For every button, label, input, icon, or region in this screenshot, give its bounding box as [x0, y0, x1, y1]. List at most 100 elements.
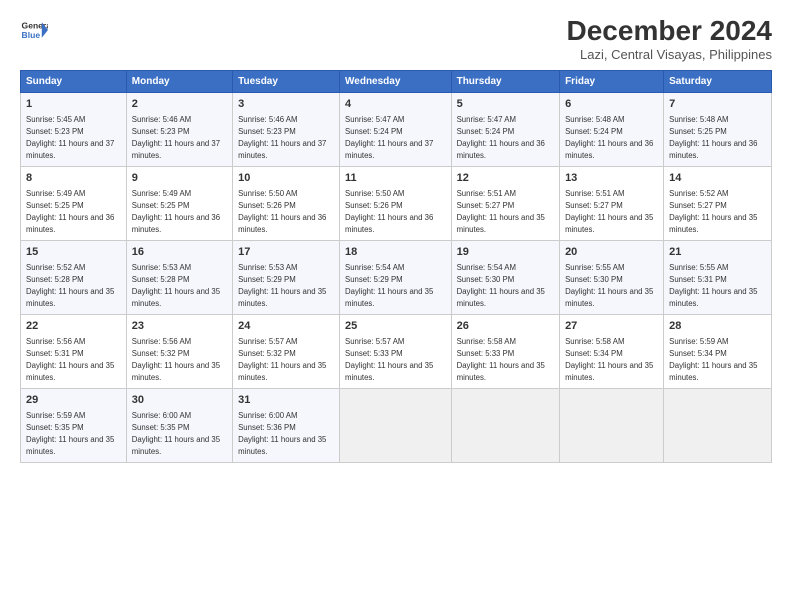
day-number: 22 — [26, 319, 121, 334]
day-number: 30 — [132, 393, 227, 408]
day-number: 19 — [457, 245, 554, 260]
calendar-cell: 13 Sunrise: 5:51 AMSunset: 5:27 PMDayligh… — [560, 166, 664, 240]
day-info: Sunrise: 5:47 AMSunset: 5:24 PMDaylight:… — [345, 115, 433, 160]
col-header-saturday: Saturday — [664, 70, 772, 92]
day-number: 6 — [565, 97, 658, 112]
day-info: Sunrise: 5:51 AMSunset: 5:27 PMDaylight:… — [565, 189, 653, 234]
day-number: 8 — [26, 171, 121, 186]
calendar-cell: 10 Sunrise: 5:50 AMSunset: 5:26 PMDayligh… — [233, 166, 340, 240]
day-number: 1 — [26, 97, 121, 112]
day-info: Sunrise: 5:46 AMSunset: 5:23 PMDaylight:… — [132, 115, 220, 160]
day-number: 10 — [238, 171, 334, 186]
calendar-cell: 7 Sunrise: 5:48 AMSunset: 5:25 PMDaylight… — [664, 92, 772, 166]
calendar-cell: 25 Sunrise: 5:57 AMSunset: 5:33 PMDayligh… — [340, 314, 452, 388]
calendar-cell: 19 Sunrise: 5:54 AMSunset: 5:30 PMDayligh… — [451, 240, 559, 314]
day-info: Sunrise: 5:52 AMSunset: 5:28 PMDaylight:… — [26, 263, 114, 308]
day-info: Sunrise: 5:46 AMSunset: 5:23 PMDaylight:… — [238, 115, 326, 160]
calendar-cell: 4 Sunrise: 5:47 AMSunset: 5:24 PMDaylight… — [340, 92, 452, 166]
calendar-cell: 12 Sunrise: 5:51 AMSunset: 5:27 PMDayligh… — [451, 166, 559, 240]
day-info: Sunrise: 5:54 AMSunset: 5:30 PMDaylight:… — [457, 263, 545, 308]
day-number: 5 — [457, 97, 554, 112]
day-info: Sunrise: 5:53 AMSunset: 5:28 PMDaylight:… — [132, 263, 220, 308]
calendar-cell: 16 Sunrise: 5:53 AMSunset: 5:28 PMDayligh… — [126, 240, 232, 314]
day-number: 18 — [345, 245, 446, 260]
day-info: Sunrise: 5:58 AMSunset: 5:33 PMDaylight:… — [457, 337, 545, 382]
day-info: Sunrise: 5:56 AMSunset: 5:31 PMDaylight:… — [26, 337, 114, 382]
calendar-cell: 6 Sunrise: 5:48 AMSunset: 5:24 PMDaylight… — [560, 92, 664, 166]
day-number: 15 — [26, 245, 121, 260]
day-number: 16 — [132, 245, 227, 260]
calendar-cell — [340, 388, 452, 462]
calendar-cell: 23Sunrise: 5:56 AMSunset: 5:32 PMDayligh… — [126, 314, 232, 388]
day-info: Sunrise: 5:49 AMSunset: 5:25 PMDaylight:… — [26, 189, 114, 234]
day-number: 7 — [669, 97, 766, 112]
day-number: 23 — [132, 319, 227, 334]
day-number: 21 — [669, 245, 766, 260]
calendar-cell: 3 Sunrise: 5:46 AMSunset: 5:23 PMDaylight… — [233, 92, 340, 166]
logo-icon: General Blue — [20, 16, 48, 44]
calendar-row: 22 Sunrise: 5:56 AMSunset: 5:31 PMDayligh… — [21, 314, 772, 388]
calendar-cell: 8 Sunrise: 5:49 AMSunset: 5:25 PMDaylight… — [21, 166, 127, 240]
calendar-cell: 26 Sunrise: 5:58 AMSunset: 5:33 PMDayligh… — [451, 314, 559, 388]
calendar-cell: 21 Sunrise: 5:55 AMSunset: 5:31 PMDayligh… — [664, 240, 772, 314]
day-number: 26 — [457, 319, 554, 334]
calendar-cell — [451, 388, 559, 462]
day-info: Sunrise: 5:55 AMSunset: 5:30 PMDaylight:… — [565, 263, 653, 308]
day-info: Sunrise: 5:49 AMSunset: 5:25 PMDaylight:… — [132, 189, 220, 234]
day-info: Sunrise: 5:50 AMSunset: 5:26 PMDaylight:… — [238, 189, 326, 234]
day-info: Sunrise: 5:58 AMSunset: 5:34 PMDaylight:… — [565, 337, 653, 382]
day-info: Sunrise: 5:57 AMSunset: 5:32 PMDaylight:… — [238, 337, 326, 382]
calendar-cell — [664, 388, 772, 462]
day-info: Sunrise: 5:59 AMSunset: 5:34 PMDaylight:… — [669, 337, 757, 382]
col-header-sunday: Sunday — [21, 70, 127, 92]
col-header-wednesday: Wednesday — [340, 70, 452, 92]
calendar-cell: 1Sunrise: 5:45 AMSunset: 5:23 PMDaylight… — [21, 92, 127, 166]
day-number: 17 — [238, 245, 334, 260]
day-number: 27 — [565, 319, 658, 334]
day-number: 24 — [238, 319, 334, 334]
day-info: Sunrise: 5:59 AMSunset: 5:35 PMDaylight:… — [26, 411, 114, 456]
calendar-cell: 2 Sunrise: 5:46 AMSunset: 5:23 PMDaylight… — [126, 92, 232, 166]
col-header-thursday: Thursday — [451, 70, 559, 92]
day-number: 13 — [565, 171, 658, 186]
day-info: Sunrise: 5:57 AMSunset: 5:33 PMDaylight:… — [345, 337, 433, 382]
calendar-cell: 28 Sunrise: 5:59 AMSunset: 5:34 PMDayligh… — [664, 314, 772, 388]
col-header-friday: Friday — [560, 70, 664, 92]
day-info: Sunrise: 6:00 AMSunset: 5:35 PMDaylight:… — [132, 411, 220, 456]
day-info: Sunrise: 5:47 AMSunset: 5:24 PMDaylight:… — [457, 115, 545, 160]
calendar-row: 1Sunrise: 5:45 AMSunset: 5:23 PMDaylight… — [21, 92, 772, 166]
day-info: Sunrise: 5:55 AMSunset: 5:31 PMDaylight:… — [669, 263, 757, 308]
main-title: December 2024 — [567, 16, 772, 47]
subtitle: Lazi, Central Visayas, Philippines — [567, 47, 772, 62]
calendar-table: SundayMondayTuesdayWednesdayThursdayFrid… — [20, 70, 772, 463]
day-number: 12 — [457, 171, 554, 186]
calendar-cell: 24 Sunrise: 5:57 AMSunset: 5:32 PMDayligh… — [233, 314, 340, 388]
col-header-monday: Monday — [126, 70, 232, 92]
calendar-cell: 29Sunrise: 5:59 AMSunset: 5:35 PMDayligh… — [21, 388, 127, 462]
day-number: 4 — [345, 97, 446, 112]
calendar-cell — [560, 388, 664, 462]
calendar-cell: 18 Sunrise: 5:54 AMSunset: 5:29 PMDayligh… — [340, 240, 452, 314]
day-number: 31 — [238, 393, 334, 408]
day-info: Sunrise: 5:48 AMSunset: 5:24 PMDaylight:… — [565, 115, 653, 160]
calendar-row: 29Sunrise: 5:59 AMSunset: 5:35 PMDayligh… — [21, 388, 772, 462]
day-info: Sunrise: 5:54 AMSunset: 5:29 PMDaylight:… — [345, 263, 433, 308]
day-number: 3 — [238, 97, 334, 112]
calendar-cell: 15 Sunrise: 5:52 AMSunset: 5:28 PMDayligh… — [21, 240, 127, 314]
day-info: Sunrise: 5:48 AMSunset: 5:25 PMDaylight:… — [669, 115, 757, 160]
calendar-cell: 9Sunrise: 5:49 AMSunset: 5:25 PMDaylight… — [126, 166, 232, 240]
calendar-cell: 31Sunrise: 6:00 AMSunset: 5:36 PMDayligh… — [233, 388, 340, 462]
col-header-tuesday: Tuesday — [233, 70, 340, 92]
header: General Blue December 2024 Lazi, Central… — [20, 16, 772, 62]
day-number: 2 — [132, 97, 227, 112]
calendar-row: 8 Sunrise: 5:49 AMSunset: 5:25 PMDaylight… — [21, 166, 772, 240]
day-number: 14 — [669, 171, 766, 186]
logo: General Blue — [20, 16, 48, 44]
calendar-cell: 27 Sunrise: 5:58 AMSunset: 5:34 PMDayligh… — [560, 314, 664, 388]
day-info: Sunrise: 5:53 AMSunset: 5:29 PMDaylight:… — [238, 263, 326, 308]
day-number: 28 — [669, 319, 766, 334]
day-number: 11 — [345, 171, 446, 186]
day-info: Sunrise: 5:51 AMSunset: 5:27 PMDaylight:… — [457, 189, 545, 234]
day-number: 25 — [345, 319, 446, 334]
calendar-cell: 30 Sunrise: 6:00 AMSunset: 5:35 PMDayligh… — [126, 388, 232, 462]
